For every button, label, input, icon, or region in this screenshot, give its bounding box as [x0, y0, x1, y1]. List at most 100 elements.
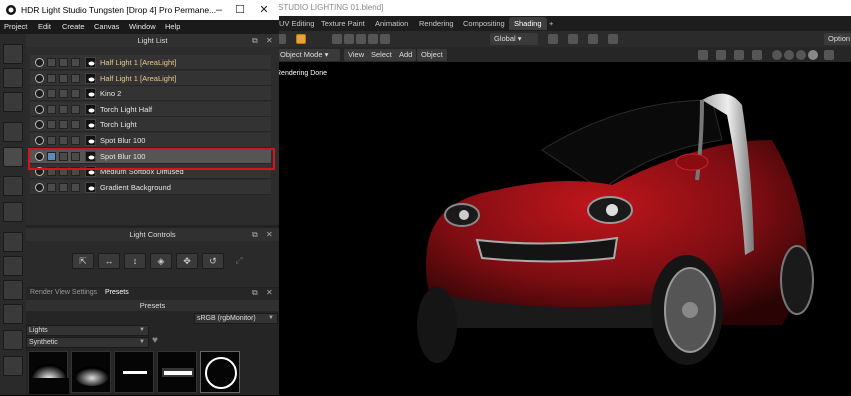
menu-project[interactable]: Project — [4, 22, 27, 31]
menu-create[interactable]: Create — [62, 22, 85, 31]
rotate-light-icon[interactable]: ◈ — [150, 253, 172, 269]
select-box-icon[interactable] — [296, 34, 306, 44]
object-menu[interactable]: Object — [417, 49, 447, 61]
scale-light-icon[interactable]: ✥ — [176, 253, 198, 269]
minimize-button[interactable]: – — [209, 2, 229, 18]
tool-settings-button[interactable] — [3, 356, 23, 376]
tab-shading[interactable]: Shading — [509, 17, 547, 30]
select-menu[interactable]: Select — [367, 49, 396, 61]
light-row[interactable]: Half Light 1 [AreaLight] — [30, 70, 271, 86]
select-extend-icon[interactable] — [344, 34, 354, 44]
tool-view-1-button[interactable] — [3, 232, 23, 252]
light-row[interactable]: Gradient Background — [30, 179, 271, 195]
visibility-eye-icon[interactable] — [35, 89, 44, 99]
float-panel-icon[interactable]: ⧉ — [252, 288, 258, 298]
preset-category-dropdown[interactable]: Lights ▼ — [26, 325, 149, 336]
render-toggle[interactable] — [71, 120, 80, 130]
preset-tile-soft-glow[interactable] — [71, 351, 111, 393]
visibility-eye-icon[interactable] — [35, 73, 44, 83]
tool-light-panel-button[interactable] — [3, 122, 23, 142]
close-panel-icon[interactable]: ✕ — [266, 228, 273, 241]
tool-view-3-button[interactable] — [3, 280, 23, 300]
mode-dropdown[interactable]: Object Mode ▾ — [276, 49, 340, 61]
add-menu[interactable]: Add — [395, 49, 417, 61]
preset-tile-hemisphere[interactable] — [28, 351, 69, 394]
tab-compositing[interactable]: Compositing — [458, 17, 510, 30]
tool-light-cone-button[interactable] — [3, 92, 23, 112]
light-row[interactable]: Kino 2 — [30, 86, 271, 102]
tool-view-2-button[interactable] — [3, 256, 23, 276]
tab-render-view-settings[interactable]: Render View Settings — [30, 289, 97, 296]
solo-toggle[interactable] — [47, 89, 56, 99]
xray-icon[interactable] — [752, 50, 762, 60]
visibility-eye-icon[interactable] — [35, 182, 44, 192]
float-panel-icon[interactable]: ⧉ — [252, 228, 258, 241]
light-row[interactable]: Torch Light — [30, 117, 271, 133]
proportional-edit-icon[interactable] — [588, 34, 598, 44]
solo-toggle[interactable] — [47, 120, 56, 130]
tab-uv-editing[interactable]: UV Editing — [274, 17, 319, 30]
preset-tile-strip-glow[interactable] — [157, 351, 197, 393]
close-panel-icon[interactable]: ✕ — [266, 34, 273, 47]
render-toggle[interactable] — [71, 73, 80, 83]
maximize-button[interactable]: ☐ — [230, 2, 250, 18]
select-intersect-icon[interactable] — [380, 34, 390, 44]
tool-target-button[interactable] — [3, 147, 23, 167]
lock-toggle[interactable] — [59, 136, 68, 145]
resize-light-icon[interactable]: ⤢ — [228, 253, 250, 269]
menu-edit[interactable]: Edit — [38, 22, 51, 31]
gizmo-icon[interactable] — [716, 50, 726, 60]
render-toggle[interactable] — [71, 104, 80, 114]
tool-light-sphere-button[interactable] — [3, 68, 23, 88]
shading-solid-icon[interactable] — [784, 50, 794, 60]
spin-light-icon[interactable]: ↺ — [202, 253, 224, 269]
light-row[interactable]: Spot Blur 100 — [30, 133, 271, 148]
solo-toggle[interactable] — [47, 136, 56, 145]
visibility-eye-icon[interactable] — [35, 104, 44, 114]
shading-rendered-icon[interactable] — [808, 50, 818, 60]
colorspace-dropdown[interactable]: sRGB (rgbMonitor) ▼ — [194, 313, 278, 324]
shading-material-icon[interactable] — [796, 50, 806, 60]
close-panel-icon[interactable]: ✕ — [266, 288, 273, 297]
move-light-icon[interactable]: ⇱ — [72, 253, 94, 269]
close-button[interactable]: ✕ — [254, 2, 274, 18]
tab-presets[interactable]: Presets — [105, 289, 129, 296]
select-subtract-icon[interactable] — [356, 34, 366, 44]
view-menu[interactable]: View — [344, 49, 369, 61]
render-toggle[interactable] — [71, 89, 80, 99]
solo-toggle[interactable] — [47, 104, 56, 114]
solo-toggle[interactable] — [47, 58, 56, 67]
solo-toggle[interactable] — [47, 73, 56, 83]
options-button[interactable]: Option — [824, 33, 851, 45]
orientation-dropdown[interactable]: Global ▾ — [490, 33, 538, 45]
render-toggle[interactable] — [71, 58, 80, 67]
tab-texture-paint[interactable]: Texture Paint — [316, 17, 370, 30]
menu-canvas[interactable]: Canvas — [94, 22, 119, 31]
float-panel-icon[interactable]: ⧉ — [252, 34, 258, 47]
tool-sparkle-button[interactable] — [3, 202, 23, 222]
falloff-icon[interactable] — [608, 34, 618, 44]
pivot-icon[interactable] — [548, 34, 558, 44]
render-toggle[interactable] — [71, 136, 80, 145]
slide-horizontal-icon[interactable]: ↔ — [98, 253, 120, 269]
tool-view-4-button[interactable] — [3, 304, 23, 324]
tool-light-orb-button[interactable] — [3, 44, 23, 64]
overlay-icon[interactable] — [734, 50, 744, 60]
visibility-icon[interactable] — [698, 50, 708, 60]
snap-icon[interactable] — [568, 34, 578, 44]
tab-rendering[interactable]: Rendering — [414, 17, 459, 30]
preset-subcategory-dropdown[interactable]: Synthetic ▼ — [26, 337, 149, 348]
add-workspace-button[interactable]: + — [544, 17, 558, 30]
shading-options-icon[interactable] — [824, 50, 834, 60]
favorite-heart-icon[interactable]: ♥ — [152, 335, 158, 346]
lock-toggle[interactable] — [59, 120, 68, 130]
visibility-eye-icon[interactable] — [35, 136, 44, 145]
tool-atom-button[interactable] — [3, 330, 23, 350]
tool-picker-button[interactable] — [3, 176, 23, 196]
select-invert-icon[interactable] — [368, 34, 378, 44]
lock-toggle[interactable] — [59, 73, 68, 83]
select-mode-icon[interactable] — [332, 34, 342, 44]
menu-window[interactable]: Window — [129, 22, 156, 31]
solo-toggle[interactable] — [47, 182, 56, 192]
shading-wireframe-icon[interactable] — [772, 50, 782, 60]
